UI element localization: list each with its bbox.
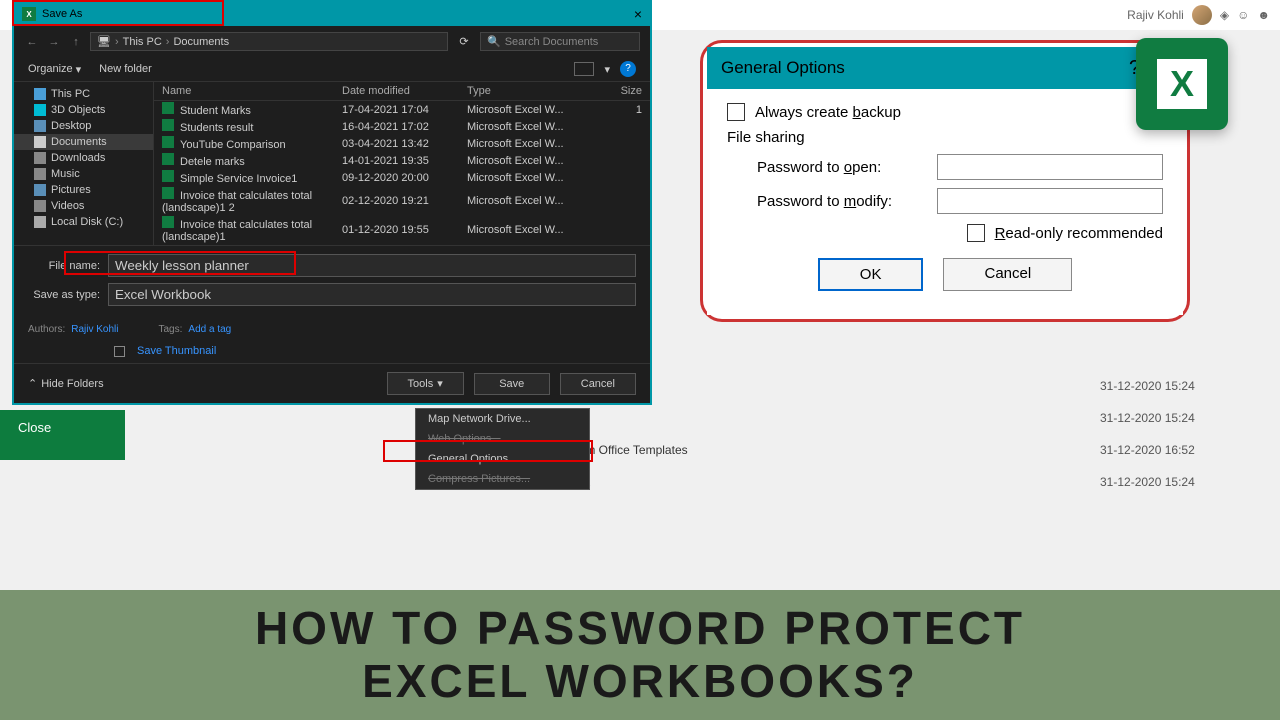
readonly-checkbox[interactable]: [967, 224, 985, 242]
backup-checkbox[interactable]: [727, 103, 745, 121]
hide-folders-button[interactable]: ⌃ Hide Folders: [28, 377, 104, 390]
excel-file-icon: [162, 216, 174, 228]
authors-value[interactable]: Rajiv Kohli: [71, 324, 118, 335]
search-icon: 🔍: [487, 35, 501, 48]
tree-item[interactable]: Videos: [14, 198, 153, 214]
tools-button[interactable]: Tools ▾: [387, 372, 464, 395]
file-row[interactable]: Invoice that calculates total (landscape…: [154, 186, 650, 215]
pw-modify-label: Password to modify:: [757, 193, 937, 210]
file-row[interactable]: Detele marks14-01-2021 19:35Microsoft Ex…: [154, 152, 650, 169]
pw-open-label: Password to open:: [757, 159, 937, 176]
excel-file-icon: [162, 187, 174, 199]
folder-icon: [34, 88, 46, 100]
tree-item[interactable]: Pictures: [14, 182, 153, 198]
tutorial-caption: HOW TO PASSWORD PROTECT EXCEL WORKBOOKS?: [0, 590, 1280, 720]
up-icon[interactable]: ↑: [68, 36, 84, 48]
menu-general-options[interactable]: General Options...: [416, 449, 589, 469]
tree-item[interactable]: Desktop: [14, 118, 153, 134]
breadcrumb[interactable]: 🖥 › This PC › Documents: [90, 32, 448, 51]
account-icon[interactable]: ☻: [1257, 8, 1270, 22]
avatar[interactable]: [1192, 5, 1212, 25]
close-icon[interactable]: ×: [634, 6, 642, 22]
folder-icon: [34, 168, 46, 180]
tree-item[interactable]: 3D Objects: [14, 102, 153, 118]
search-input[interactable]: 🔍 Search Documents: [480, 32, 640, 51]
col-name[interactable]: Name: [162, 85, 342, 97]
folder-icon: [34, 104, 46, 116]
folder-icon: [34, 136, 46, 148]
file-row[interactable]: Calendar27-11-2020 19:39Microsoft Excel …: [154, 244, 650, 245]
file-list: Name Date modified Type Size Student Mar…: [154, 82, 650, 245]
folder-icon: [34, 216, 46, 228]
file-sharing-label: File sharing: [727, 129, 1163, 146]
col-date[interactable]: Date modified: [342, 85, 467, 97]
backstage-sidebar: Close: [0, 410, 125, 460]
view-icon[interactable]: [574, 62, 594, 76]
filename-label: File name:: [28, 260, 108, 272]
tree-item[interactable]: Documents: [14, 134, 153, 150]
thumbnail-label: Save Thumbnail: [137, 345, 216, 357]
user-name: Rajiv Kohli: [1127, 8, 1184, 22]
file-row[interactable]: YouTube Comparison03-04-2021 13:42Micros…: [154, 135, 650, 152]
folder-icon: [34, 200, 46, 212]
folder-icon: [34, 120, 46, 132]
face-icon[interactable]: ☺: [1237, 8, 1249, 22]
filename-input[interactable]: [108, 254, 636, 277]
file-row[interactable]: Invoice that calculates total (landscape…: [154, 215, 650, 244]
col-size[interactable]: Size: [592, 85, 642, 97]
readonly-label: Read-only recommended: [995, 225, 1163, 242]
excel-file-icon: [162, 170, 174, 182]
help-icon[interactable]: ?: [620, 61, 636, 77]
menu-web-options[interactable]: Web Options...: [416, 429, 589, 449]
col-type[interactable]: Type: [467, 85, 592, 97]
savetype-input[interactable]: [108, 283, 636, 306]
forward-icon[interactable]: →: [46, 36, 62, 48]
tree-item[interactable]: Music: [14, 166, 153, 182]
save-as-dialog: X Save As × ← → ↑ 🖥 › This PC › Document…: [12, 0, 652, 405]
tags-value[interactable]: Add a tag: [188, 324, 231, 335]
cancel-button[interactable]: Cancel: [943, 258, 1072, 291]
thumbnail-checkbox[interactable]: [114, 346, 125, 357]
pw-open-input[interactable]: [937, 154, 1163, 180]
general-options-dialog: General Options ? × Always create backup…: [700, 40, 1190, 322]
folder-tree: This PC3D ObjectsDesktopDocumentsDownloa…: [14, 82, 154, 245]
folder-icon: [34, 152, 46, 164]
savetype-label: Save as type:: [28, 289, 108, 301]
tools-menu: Map Network Drive... Web Options... Gene…: [415, 408, 590, 490]
excel-icon: X: [22, 7, 36, 21]
excel-file-icon: [162, 153, 174, 165]
refresh-icon[interactable]: ⟳: [454, 35, 474, 48]
tree-item[interactable]: Downloads: [14, 150, 153, 166]
excel-file-icon: [162, 136, 174, 148]
dialog-title: Save As: [42, 8, 82, 20]
excel-file-icon: [162, 119, 174, 131]
cancel-button[interactable]: Cancel: [560, 373, 636, 395]
tree-item[interactable]: Local Disk (C:): [14, 214, 153, 230]
save-button[interactable]: Save: [474, 373, 550, 395]
menu-compress[interactable]: Compress Pictures...: [416, 469, 589, 489]
close-nav[interactable]: Close: [18, 420, 107, 435]
new-folder-button[interactable]: New folder: [99, 63, 152, 75]
ok-button[interactable]: OK: [818, 258, 924, 291]
file-row[interactable]: Simple Service Invoice109-12-2020 20:00M…: [154, 169, 650, 186]
excel-logo-icon: X: [1136, 38, 1228, 130]
backup-label: Always create backup: [755, 104, 901, 121]
pc-icon: 🖥: [97, 35, 111, 48]
go-title: General Options: [721, 58, 1129, 78]
excel-file-icon: [162, 102, 174, 114]
diamond-icon[interactable]: ◈: [1220, 8, 1229, 22]
menu-map-drive[interactable]: Map Network Drive...: [416, 409, 589, 429]
back-icon[interactable]: ←: [24, 36, 40, 48]
organize-button[interactable]: Organize ▾: [28, 63, 81, 76]
tree-item[interactable]: This PC: [14, 86, 153, 102]
folder-icon: [34, 184, 46, 196]
file-row[interactable]: Student Marks17-04-2021 17:04Microsoft E…: [154, 101, 650, 118]
file-row[interactable]: Students result16-04-2021 17:02Microsoft…: [154, 118, 650, 135]
dialog-titlebar: X Save As ×: [14, 2, 650, 26]
pw-modify-input[interactable]: [937, 188, 1163, 214]
